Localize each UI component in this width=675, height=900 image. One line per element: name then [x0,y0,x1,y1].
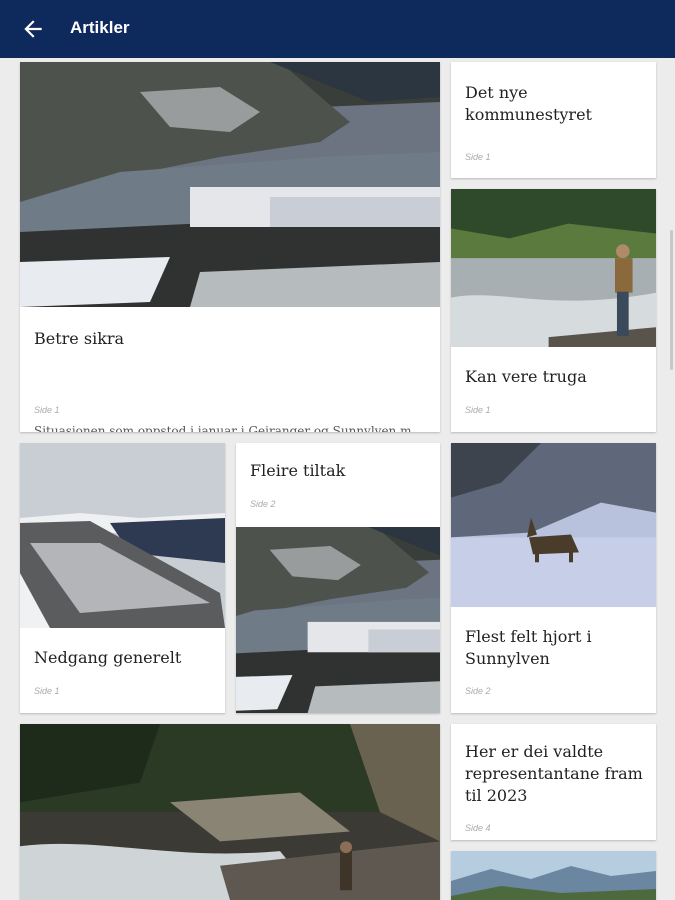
article-page: Side 1 [34,405,60,415]
article-summary: Situasjonen som oppstod i januar i Geira… [34,424,426,432]
article-image [451,851,656,900]
scrollbar[interactable] [670,230,673,370]
article-page: Side 1 [34,686,60,696]
article-card-representantane[interactable]: Her er dei valdte representantane fram t… [451,724,656,840]
article-card-fleire-tiltak[interactable]: Fleire tiltak Side 2 [236,443,440,713]
arrow-back-icon [24,20,42,38]
article-image [451,189,656,347]
article-title: Nedgang generelt [34,648,182,667]
article-card-det-nye-kommunestyret[interactable]: Det nye kommunestyret Side 1 [451,62,656,178]
article-image [451,443,656,607]
app-bar: Artikler [0,0,675,58]
article-page: Side 1 [465,405,491,415]
article-card-kan-vere-truga[interactable]: Kan vere truga Side 1 [451,189,656,432]
article-page: Side 1 [465,152,491,162]
article-card-nedgang-generelt[interactable]: Nedgang generelt Side 1 [20,443,225,713]
article-card-forest-river[interactable] [20,724,440,900]
article-card-betre-sikra[interactable]: Betre sikra Situasjonen som oppstod i ja… [20,62,440,432]
article-page: Side 2 [465,686,491,696]
article-image [20,724,440,900]
back-button[interactable] [20,16,46,42]
article-image [20,62,440,307]
article-title: Fleire tiltak [250,461,346,480]
article-page: Side 4 [465,823,491,833]
article-title: Det nye kommunestyret [465,83,592,124]
article-page: Side 2 [250,499,276,509]
article-title: Kan vere truga [465,367,587,386]
article-title: Her er dei valdte representantane fram t… [465,742,643,805]
article-title: Flest felt hjort i Sunnylven [465,627,592,668]
article-title: Betre sikra [34,329,125,348]
article-image [236,527,440,713]
article-card-mountain[interactable] [451,851,656,900]
page-title: Artikler [70,18,130,37]
article-image [20,443,225,628]
article-card-flest-felt-hjort[interactable]: Flest felt hjort i Sunnylven Side 2 [451,443,656,713]
